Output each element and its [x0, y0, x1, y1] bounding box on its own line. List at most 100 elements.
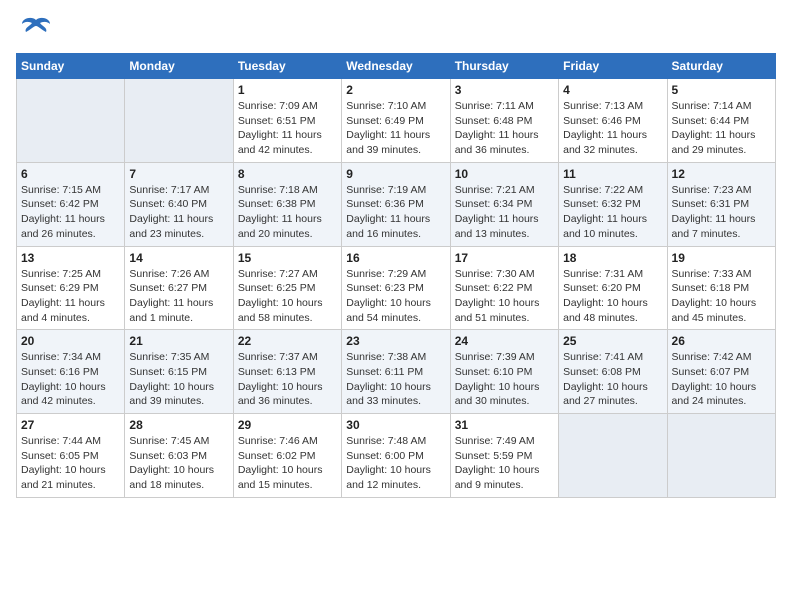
day-number: 7: [129, 167, 228, 181]
day-number: 23: [346, 334, 445, 348]
calendar-cell: 23 Sunrise: 7:38 AM Sunset: 6:11 PM Dayli…: [342, 330, 450, 414]
day-number: 29: [238, 418, 337, 432]
calendar-cell: [125, 79, 233, 163]
day-number: 21: [129, 334, 228, 348]
day-info: Sunrise: 7:48 AM Sunset: 6:00 PM Dayligh…: [346, 434, 445, 493]
day-number: 3: [455, 83, 554, 97]
calendar-cell: 4Sunrise: 7:13 AM Sunset: 6:46 PM Daylig…: [559, 79, 667, 163]
week-row-2: 6 Sunrise: 7:15 AM Sunset: 6:42 PM Daylig…: [17, 162, 776, 246]
calendar-cell: [559, 414, 667, 498]
calendar-cell: 15Sunrise: 7:27 AM Sunset: 6:25 PM Dayli…: [233, 246, 341, 330]
calendar: SundayMondayTuesdayWednesdayThursdayFrid…: [16, 53, 776, 498]
day-info: Sunrise: 7:14 AM Sunset: 6:44 PM Dayligh…: [672, 99, 771, 158]
day-number: 14: [129, 251, 228, 265]
day-number: 25: [563, 334, 662, 348]
week-row-4: 20 Sunrise: 7:34 AM Sunset: 6:16 PM Dayli…: [17, 330, 776, 414]
calendar-cell: 28Sunrise: 7:45 AM Sunset: 6:03 PM Dayli…: [125, 414, 233, 498]
day-number: 6: [21, 167, 120, 181]
calendar-cell: 25 Sunrise: 7:41 AM Sunset: 6:08 PM Dayli…: [559, 330, 667, 414]
day-info: Sunrise: 7:17 AM Sunset: 6:40 PM Dayligh…: [129, 183, 228, 242]
day-info: Sunrise: 7:15 AM Sunset: 6:42 PM Dayligh…: [21, 183, 120, 242]
day-number: 2: [346, 83, 445, 97]
day-number: 20: [21, 334, 120, 348]
calendar-cell: 6 Sunrise: 7:15 AM Sunset: 6:42 PM Daylig…: [17, 162, 125, 246]
calendar-cell: 13 Sunrise: 7:25 AM Sunset: 6:29 PM Dayli…: [17, 246, 125, 330]
calendar-cell: 29 Sunrise: 7:46 AM Sunset: 6:02 PM Dayli…: [233, 414, 341, 498]
day-info: Sunrise: 7:11 AM Sunset: 6:48 PM Dayligh…: [455, 99, 554, 158]
calendar-cell: 31 Sunrise: 7:49 AM Sunset: 5:59 PM Dayli…: [450, 414, 558, 498]
calendar-cell: 30 Sunrise: 7:48 AM Sunset: 6:00 PM Dayli…: [342, 414, 450, 498]
day-info: Sunrise: 7:30 AM Sunset: 6:22 PM Dayligh…: [455, 267, 554, 326]
day-info: Sunrise: 7:42 AM Sunset: 6:07 PM Dayligh…: [672, 350, 771, 409]
week-row-5: 27Sunrise: 7:44 AM Sunset: 6:05 PM Dayli…: [17, 414, 776, 498]
calendar-cell: [667, 414, 775, 498]
day-info: Sunrise: 7:45 AM Sunset: 6:03 PM Dayligh…: [129, 434, 228, 493]
day-number: 13: [21, 251, 120, 265]
calendar-cell: 9Sunrise: 7:19 AM Sunset: 6:36 PM Daylig…: [342, 162, 450, 246]
weekday-header-tuesday: Tuesday: [233, 54, 341, 79]
calendar-cell: 19Sunrise: 7:33 AM Sunset: 6:18 PM Dayli…: [667, 246, 775, 330]
day-info: Sunrise: 7:41 AM Sunset: 6:08 PM Dayligh…: [563, 350, 662, 409]
calendar-cell: 12 Sunrise: 7:23 AM Sunset: 6:31 PM Dayli…: [667, 162, 775, 246]
day-info: Sunrise: 7:18 AM Sunset: 6:38 PM Dayligh…: [238, 183, 337, 242]
day-number: 16: [346, 251, 445, 265]
calendar-cell: 1 Sunrise: 7:09 AM Sunset: 6:51 PM Daylig…: [233, 79, 341, 163]
weekday-header-row: SundayMondayTuesdayWednesdayThursdayFrid…: [17, 54, 776, 79]
calendar-cell: 3 Sunrise: 7:11 AM Sunset: 6:48 PM Daylig…: [450, 79, 558, 163]
day-info: Sunrise: 7:21 AM Sunset: 6:34 PM Dayligh…: [455, 183, 554, 242]
day-number: 12: [672, 167, 771, 181]
day-info: Sunrise: 7:23 AM Sunset: 6:31 PM Dayligh…: [672, 183, 771, 242]
day-info: Sunrise: 7:27 AM Sunset: 6:25 PM Dayligh…: [238, 267, 337, 326]
week-row-3: 13 Sunrise: 7:25 AM Sunset: 6:29 PM Dayli…: [17, 246, 776, 330]
calendar-cell: 20 Sunrise: 7:34 AM Sunset: 6:16 PM Dayli…: [17, 330, 125, 414]
day-info: Sunrise: 7:35 AM Sunset: 6:15 PM Dayligh…: [129, 350, 228, 409]
logo-bird-icon: [20, 16, 52, 45]
day-number: 18: [563, 251, 662, 265]
day-info: Sunrise: 7:26 AM Sunset: 6:27 PM Dayligh…: [129, 267, 228, 326]
calendar-cell: 8 Sunrise: 7:18 AM Sunset: 6:38 PM Daylig…: [233, 162, 341, 246]
day-info: Sunrise: 7:37 AM Sunset: 6:13 PM Dayligh…: [238, 350, 337, 409]
day-info: Sunrise: 7:10 AM Sunset: 6:49 PM Dayligh…: [346, 99, 445, 158]
calendar-cell: 14 Sunrise: 7:26 AM Sunset: 6:27 PM Dayli…: [125, 246, 233, 330]
day-info: Sunrise: 7:46 AM Sunset: 6:02 PM Dayligh…: [238, 434, 337, 493]
day-number: 30: [346, 418, 445, 432]
day-info: Sunrise: 7:22 AM Sunset: 6:32 PM Dayligh…: [563, 183, 662, 242]
day-info: Sunrise: 7:13 AM Sunset: 6:46 PM Dayligh…: [563, 99, 662, 158]
day-number: 1: [238, 83, 337, 97]
week-row-1: 1 Sunrise: 7:09 AM Sunset: 6:51 PM Daylig…: [17, 79, 776, 163]
weekday-header-monday: Monday: [125, 54, 233, 79]
calendar-cell: 21 Sunrise: 7:35 AM Sunset: 6:15 PM Dayli…: [125, 330, 233, 414]
day-info: Sunrise: 7:29 AM Sunset: 6:23 PM Dayligh…: [346, 267, 445, 326]
day-info: Sunrise: 7:09 AM Sunset: 6:51 PM Dayligh…: [238, 99, 337, 158]
calendar-cell: 17Sunrise: 7:30 AM Sunset: 6:22 PM Dayli…: [450, 246, 558, 330]
day-number: 24: [455, 334, 554, 348]
weekday-header-sunday: Sunday: [17, 54, 125, 79]
day-number: 22: [238, 334, 337, 348]
calendar-cell: 11Sunrise: 7:22 AM Sunset: 6:32 PM Dayli…: [559, 162, 667, 246]
day-info: Sunrise: 7:49 AM Sunset: 5:59 PM Dayligh…: [455, 434, 554, 493]
weekday-header-saturday: Saturday: [667, 54, 775, 79]
day-number: 5: [672, 83, 771, 97]
day-info: Sunrise: 7:31 AM Sunset: 6:20 PM Dayligh…: [563, 267, 662, 326]
calendar-cell: 10 Sunrise: 7:21 AM Sunset: 6:34 PM Dayli…: [450, 162, 558, 246]
header: [16, 16, 776, 45]
calendar-cell: 7 Sunrise: 7:17 AM Sunset: 6:40 PM Daylig…: [125, 162, 233, 246]
day-info: Sunrise: 7:19 AM Sunset: 6:36 PM Dayligh…: [346, 183, 445, 242]
day-info: Sunrise: 7:39 AM Sunset: 6:10 PM Dayligh…: [455, 350, 554, 409]
calendar-cell: 26Sunrise: 7:42 AM Sunset: 6:07 PM Dayli…: [667, 330, 775, 414]
logo: [16, 16, 52, 45]
weekday-header-wednesday: Wednesday: [342, 54, 450, 79]
day-number: 8: [238, 167, 337, 181]
day-number: 10: [455, 167, 554, 181]
day-info: Sunrise: 7:25 AM Sunset: 6:29 PM Dayligh…: [21, 267, 120, 326]
day-info: Sunrise: 7:44 AM Sunset: 6:05 PM Dayligh…: [21, 434, 120, 493]
calendar-cell: 27Sunrise: 7:44 AM Sunset: 6:05 PM Dayli…: [17, 414, 125, 498]
calendar-cell: 18 Sunrise: 7:31 AM Sunset: 6:20 PM Dayli…: [559, 246, 667, 330]
day-number: 31: [455, 418, 554, 432]
calendar-cell: 2 Sunrise: 7:10 AM Sunset: 6:49 PM Daylig…: [342, 79, 450, 163]
day-info: Sunrise: 7:34 AM Sunset: 6:16 PM Dayligh…: [21, 350, 120, 409]
weekday-header-thursday: Thursday: [450, 54, 558, 79]
calendar-cell: 22 Sunrise: 7:37 AM Sunset: 6:13 PM Dayli…: [233, 330, 341, 414]
day-info: Sunrise: 7:38 AM Sunset: 6:11 PM Dayligh…: [346, 350, 445, 409]
day-info: Sunrise: 7:33 AM Sunset: 6:18 PM Dayligh…: [672, 267, 771, 326]
